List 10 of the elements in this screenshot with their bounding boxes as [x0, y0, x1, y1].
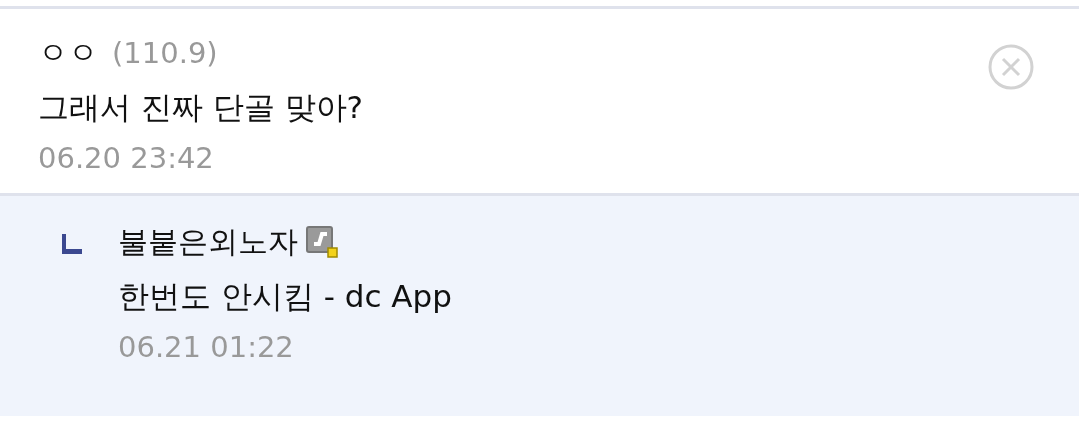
comment-date: 06.20 23:42: [38, 141, 215, 175]
reply-arrow-icon: [62, 234, 82, 254]
comment-text: 그래서 진짜 단골 맞아?: [38, 88, 364, 127]
reply-text: 한번도 안시킴 - dc App: [118, 277, 452, 316]
ip-address: (110.9): [112, 36, 218, 70]
nickname: ㅇㅇ: [38, 33, 98, 72]
reply-date: 06.21 01:22: [118, 330, 295, 364]
delete-icon[interactable]: [987, 43, 1035, 91]
nickname: 불붙은외노자: [118, 222, 298, 261]
gallog-icon: [306, 226, 338, 258]
